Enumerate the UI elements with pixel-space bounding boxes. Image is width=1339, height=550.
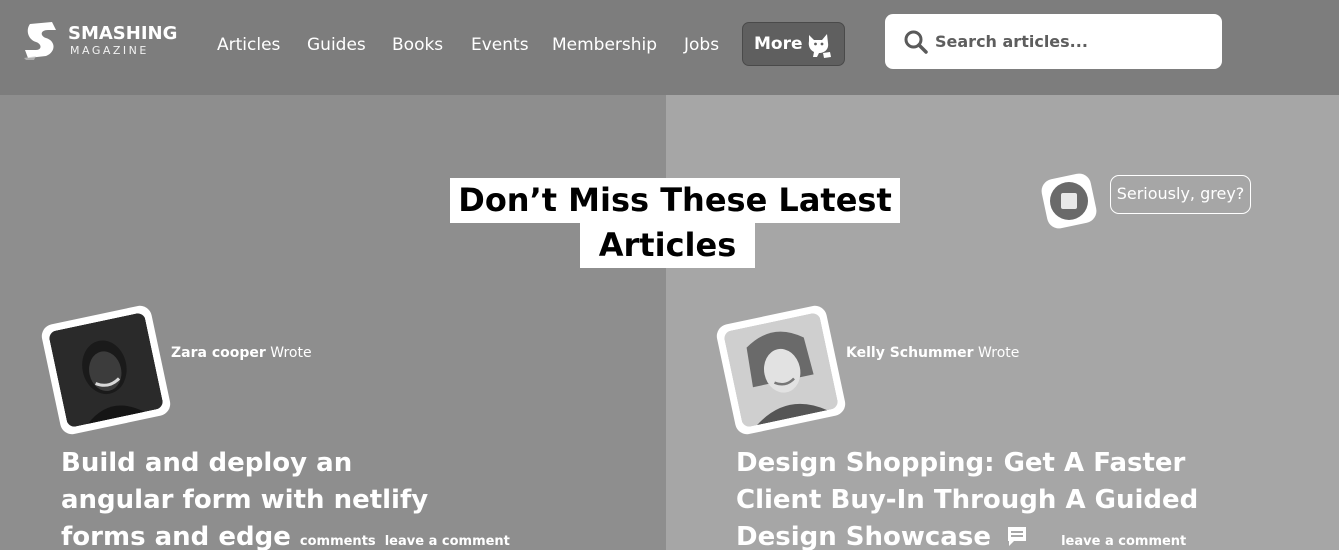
article-title-2: Design Shopping: Get A Faster Client Buy…: [736, 445, 1198, 550]
logo-subtitle: MAGAZINE: [70, 44, 149, 57]
nav-events[interactable]: Events: [471, 33, 529, 57]
more-button-label: More: [754, 34, 803, 54]
nav-guides[interactable]: Guides: [307, 33, 366, 57]
nav-articles[interactable]: Articles: [217, 33, 280, 57]
search-input[interactable]: [935, 26, 1205, 56]
byline-wrote: Wrote: [978, 345, 1020, 361]
nav-membership[interactable]: Membership: [552, 33, 657, 57]
author-avatar-kelly[interactable]: [714, 303, 848, 437]
article-title-line[interactable]: Design Shopping: Get A Faster: [736, 445, 1198, 482]
comment-bubble-icon[interactable]: [1006, 525, 1028, 547]
cat-mascot-icon: [808, 34, 831, 58]
avatar-portrait: [47, 311, 165, 429]
article-title-line[interactable]: Build and deploy an: [61, 445, 510, 482]
nav-books[interactable]: Books: [392, 33, 443, 57]
avatar-portrait: [722, 311, 840, 429]
section-heading-line-1: Don’t Miss These Latest: [450, 178, 900, 223]
article-title-line[interactable]: forms and edge: [61, 522, 291, 550]
logo-name: SMASHING: [68, 23, 178, 44]
leave-comment-link[interactable]: leave a comment: [1061, 534, 1186, 549]
site-logo[interactable]: SMASHING MAGAZINE: [22, 20, 182, 68]
article-title-line[interactable]: Design Showcase: [736, 522, 991, 550]
author-avatar-zara[interactable]: [39, 303, 173, 437]
leave-comment-link[interactable]: leave a comment: [385, 534, 510, 549]
article-title-line[interactable]: angular form with netlify: [61, 482, 510, 519]
byline-wrote: Wrote: [270, 345, 312, 361]
search-icon: [904, 30, 928, 54]
site-header: SMASHING MAGAZINE Articles Guides Books …: [0, 0, 1339, 95]
more-button[interactable]: More: [742, 22, 845, 66]
avatar: [722, 311, 840, 429]
search-box[interactable]: [885, 14, 1222, 69]
byline-kelly: Kelly Schummer Wrote: [846, 344, 1019, 362]
grey-mode-icon[interactable]: [1036, 168, 1102, 234]
smashing-s-logo-icon: [24, 22, 56, 60]
author-name[interactable]: Kelly Schummer: [846, 345, 974, 361]
avatar: [47, 311, 165, 429]
byline-zara: Zara cooper Wrote: [171, 344, 312, 362]
article-title-1: Build and deploy an angular form with ne…: [61, 445, 510, 550]
article-title-line[interactable]: Client Buy-In Through A Guided: [736, 482, 1198, 519]
comments-link[interactable]: comments: [300, 534, 376, 549]
author-name[interactable]: Zara cooper: [171, 345, 266, 361]
nav-jobs[interactable]: Jobs: [684, 33, 719, 57]
section-heading-line-2: Articles: [580, 223, 755, 268]
grey-mode-toggle[interactable]: Seriously, grey?: [1110, 175, 1251, 214]
